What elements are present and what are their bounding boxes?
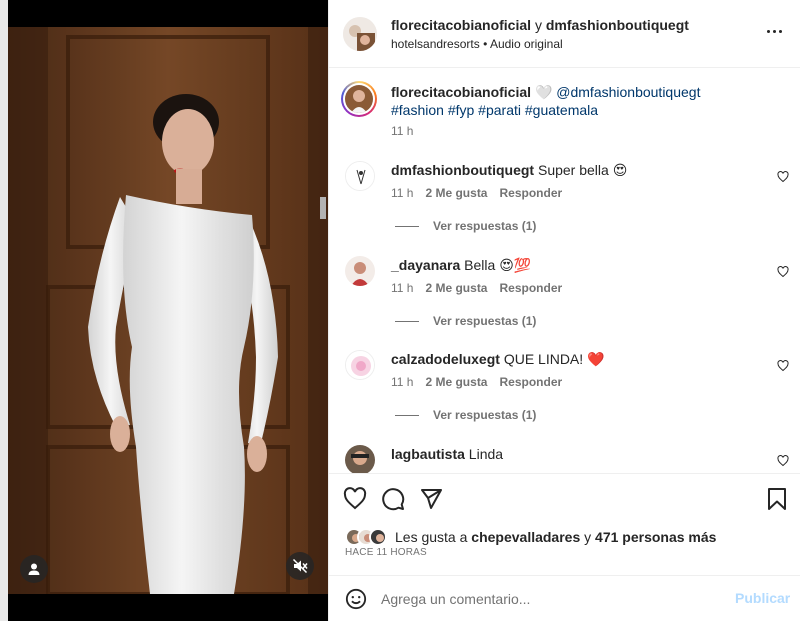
post-details-panel: florecitacobianoficial y dmfashionboutiq… [328,0,800,621]
post-authors: florecitacobianoficial y dmfashionboutiq… [391,17,689,33]
heart-icon[interactable] [777,359,789,377]
comment-text: Super bella 😍 [537,162,628,178]
collaborator-username-link[interactable]: dmfashionboutiquegt [546,17,689,33]
post-caption: florecitacobianoficial 🤍 @dmfashionbouti… [391,83,781,119]
author-avatar[interactable] [343,17,377,51]
tagged-people-button[interactable] [20,555,48,583]
reply-button[interactable]: Responder [499,186,562,200]
comment-username[interactable]: calzadodeluxegt [391,351,500,367]
heart-icon[interactable] [777,170,789,188]
post-media [0,0,328,621]
audio-link[interactable]: Audio original [490,37,563,51]
view-replies-label: Ver respuestas (1) [433,408,537,422]
comment-text: Bella 😍💯 [464,257,532,273]
heart-icon[interactable] [777,454,789,472]
post-timestamp[interactable]: HACE 11 HORAS [345,547,427,558]
comment-avatar[interactable] [345,350,375,380]
video-frame[interactable] [8,27,328,594]
comment-time: 11 h [391,186,414,200]
mute-toggle-button[interactable] [286,552,314,580]
comments-list[interactable]: florecitacobianoficial 🤍 @dmfashionbouti… [329,69,800,473]
person-icon [27,562,41,576]
comment-body: calzadodeluxegt QUE LINDA! ❤️ [391,350,605,368]
video-player[interactable] [8,0,328,621]
view-replies-button[interactable]: Ver respuestas (1) [395,314,536,328]
liker-avatar[interactable] [369,528,387,546]
paper-plane-icon[interactable] [419,487,443,516]
likes-connector: y [584,529,592,545]
author-username-link[interactable]: florecitacobianoficial [391,17,531,33]
comment-meta: 11 h 2 Me gusta Responder [391,375,562,389]
reply-button[interactable]: Responder [499,375,562,389]
caption-hashtags[interactable]: #fashion #fyp #parati #guatemala [391,102,598,118]
comment-input[interactable] [381,588,721,610]
comment-username[interactable]: dmfashionboutiquegt [391,162,534,178]
smiley-icon[interactable] [345,588,367,615]
liker-username-link[interactable]: chepevalladares [471,529,580,545]
location-link[interactable]: hotelsandresorts [391,37,480,51]
comment-time: 11 h [391,281,414,295]
view-replies-label: Ver respuestas (1) [433,314,537,328]
comment-icon[interactable] [381,487,405,516]
comment-time: 11 h [391,375,414,389]
speaker-muted-icon [292,558,308,574]
view-replies-button[interactable]: Ver respuestas (1) [395,408,536,422]
view-replies-button[interactable]: Ver respuestas (1) [395,219,536,233]
subheader-separator: • [483,37,488,51]
comment-likes[interactable]: 2 Me gusta [425,186,487,200]
comment-body: dmfashionboutiquegt Super bella 😍 [391,161,627,179]
author-connector: y [534,17,542,33]
comment-likes[interactable]: 2 Me gusta [425,375,487,389]
comment-username[interactable]: _dayanara [391,257,460,273]
heart-icon[interactable] [343,487,367,516]
comment-text: Linda [468,446,504,462]
likes-text: Les gusta a chepevalladares y 471 person… [395,529,716,545]
comment-avatar[interactable] [345,256,375,286]
reply-button[interactable]: Responder [499,281,562,295]
caption-username[interactable]: florecitacobianoficial [391,84,531,100]
post-header: florecitacobianoficial y dmfashionboutiq… [329,0,800,68]
heart-icon[interactable] [777,265,789,283]
comment-body: lagbautista Linda [391,445,503,463]
bookmark-icon[interactable] [766,487,788,516]
caption-time: 11 h [391,124,414,138]
likes-summary: Les gusta a chepevalladares y 471 person… [345,526,716,548]
comment-body: _dayanara Bella 😍💯 [391,256,531,274]
likes-count-link[interactable]: 471 personas más [595,529,716,545]
comment-avatar[interactable] [345,161,375,191]
comment-avatar[interactable] [345,445,375,473]
caption-avatar[interactable] [341,81,377,117]
caption-heart: 🤍 [534,84,553,100]
likes-prefix: Les gusta a [395,529,468,545]
post-actions: Les gusta a chepevalladares y 471 person… [329,473,800,621]
post-subheader: hotelsandresorts • Audio original [391,37,563,51]
comment-meta: 11 h 2 Me gusta Responder [391,186,562,200]
comment-username[interactable]: lagbautista [391,446,465,462]
more-options-icon[interactable] [767,30,782,33]
caption-mention[interactable]: @dmfashionboutiquegt [556,84,700,100]
publish-button[interactable]: Publicar [735,590,790,606]
comment-text: QUE LINDA! ❤️ [503,351,605,367]
comment-likes[interactable]: 2 Me gusta [425,281,487,295]
comment-meta: 11 h 2 Me gusta Responder [391,281,562,295]
view-replies-label: Ver respuestas (1) [433,219,537,233]
comment-composer: Publicar [329,575,800,621]
